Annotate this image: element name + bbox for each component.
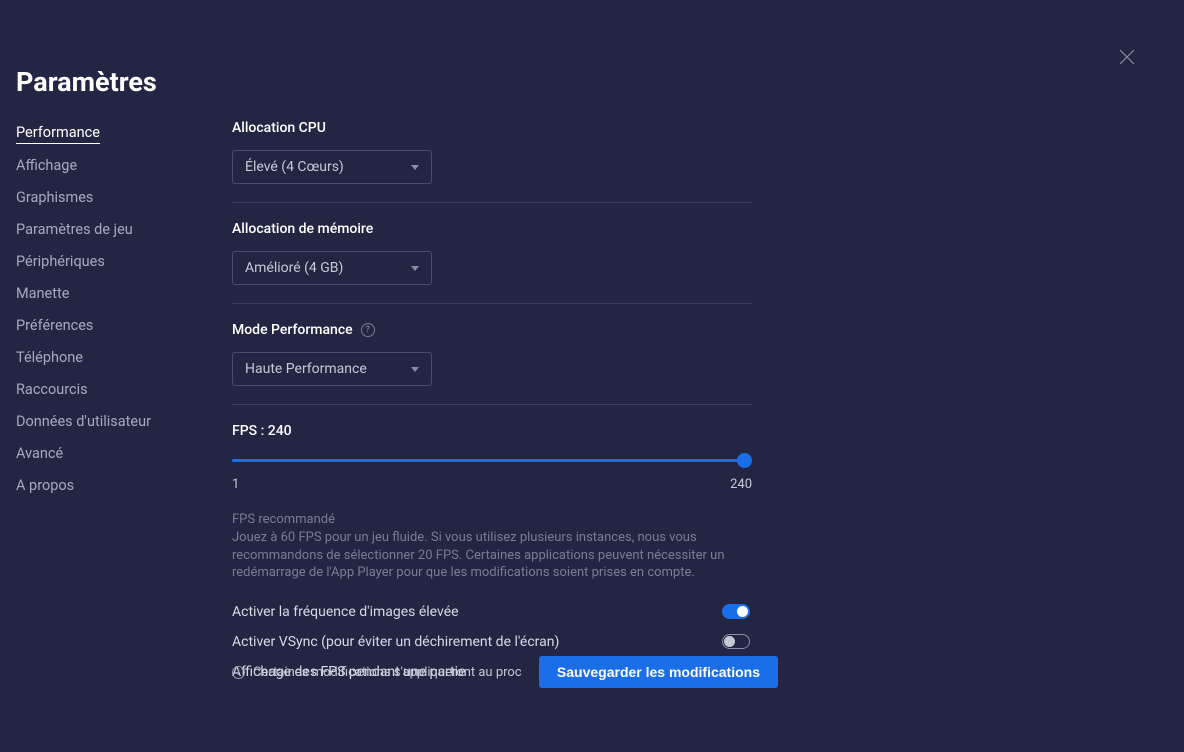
fps-label: FPS : 240: [232, 423, 752, 439]
sidebar: Performance Affichage Graphismes Paramètres…: [16, 124, 206, 496]
footer: i Certaines modifications s'appliqueront…: [232, 656, 778, 688]
toggle-row-0: Activer la fréquence d'images élevée: [232, 604, 750, 620]
sidebar-item-4[interactable]: Périphériques: [16, 253, 105, 272]
footer-note-text: Certaines modifications s'appliqueront a…: [253, 665, 522, 680]
toggle-switch[interactable]: [722, 604, 750, 619]
footer-note: i Certaines modifications s'appliqueront…: [232, 665, 522, 680]
performance-mode-select[interactable]: Haute Performance: [232, 352, 432, 386]
memory-allocation-label: Allocation de mémoire: [232, 221, 752, 237]
sidebar-item-7[interactable]: Téléphone: [16, 349, 83, 368]
sidebar-item-5[interactable]: Manette: [16, 285, 69, 304]
performance-mode-label: Mode Performance ?: [232, 322, 752, 338]
fps-slider[interactable]: [232, 441, 750, 481]
toggle-knob: [737, 606, 748, 617]
toggle-row-1: Activer VSync (pour éviter un déchiremen…: [232, 634, 750, 650]
divider: [232, 303, 752, 304]
sidebar-item-0[interactable]: Performance: [16, 124, 100, 144]
toggle-switch[interactable]: [722, 634, 750, 649]
performance-panel: Allocation CPU Élevé (4 Cœurs) Allocatio…: [232, 120, 752, 680]
sidebar-item-2[interactable]: Graphismes: [16, 189, 93, 208]
divider: [232, 202, 752, 203]
fps-recommended-text: Jouez à 60 FPS pour un jeu fluide. Si vo…: [232, 529, 732, 582]
performance-mode-value: Haute Performance: [245, 361, 367, 377]
help-icon[interactable]: ?: [361, 323, 375, 337]
toggle-label: Activer la fréquence d'images élevée: [232, 604, 459, 620]
toggle-label: Activer VSync (pour éviter un déchiremen…: [232, 634, 559, 650]
close-icon: [1118, 48, 1136, 66]
chevron-down-icon: [411, 266, 419, 271]
chevron-down-icon: [411, 367, 419, 372]
sidebar-item-9[interactable]: Données d'utilisateur: [16, 413, 151, 432]
sidebar-item-8[interactable]: Raccourcis: [16, 381, 88, 400]
slider-thumb[interactable]: [737, 453, 752, 468]
performance-mode-label-text: Mode Performance: [232, 322, 353, 338]
save-button[interactable]: Sauvegarder les modifications: [539, 656, 778, 688]
sidebar-item-11[interactable]: A propos: [16, 477, 74, 496]
chevron-down-icon: [411, 165, 419, 170]
toggle-knob: [724, 636, 735, 647]
slider-track: [232, 459, 750, 462]
divider: [232, 404, 752, 405]
fps-recommended-title: FPS recommandé: [232, 512, 752, 527]
cpu-allocation-label: Allocation CPU: [232, 120, 752, 136]
memory-allocation-select[interactable]: Amélioré (4 GB): [232, 251, 432, 285]
sidebar-item-1[interactable]: Affichage: [16, 157, 77, 176]
sidebar-item-6[interactable]: Préférences: [16, 317, 93, 336]
info-icon: i: [232, 666, 245, 679]
sidebar-item-3[interactable]: Paramètres de jeu: [16, 221, 133, 240]
memory-allocation-value: Amélioré (4 GB): [245, 260, 343, 276]
sidebar-item-10[interactable]: Avancé: [16, 445, 63, 464]
cpu-allocation-value: Élevé (4 Cœurs): [245, 159, 344, 175]
page-title: Paramètres: [16, 66, 157, 98]
close-button[interactable]: [1118, 48, 1136, 66]
cpu-allocation-select[interactable]: Élevé (4 Cœurs): [232, 150, 432, 184]
